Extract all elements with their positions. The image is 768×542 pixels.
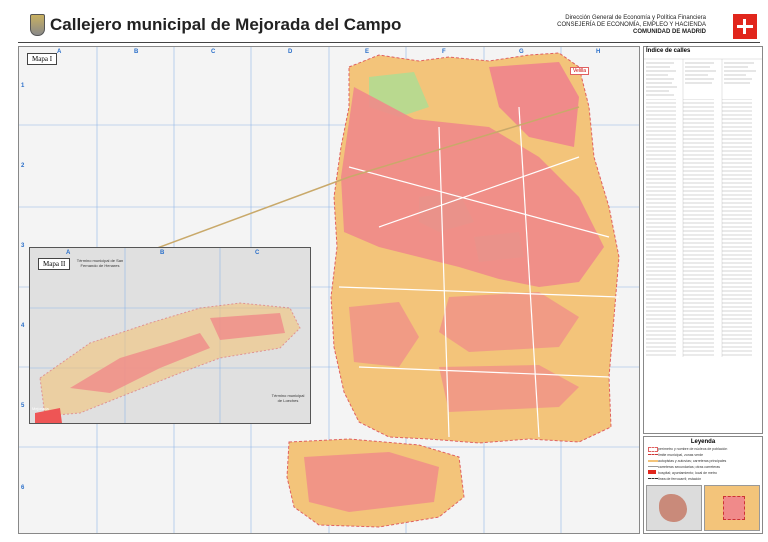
grid-row-5: 5 bbox=[21, 403, 25, 409]
grid-col-e: E bbox=[365, 49, 370, 55]
grid-col-b: B bbox=[134, 49, 139, 55]
grid-col-d: D bbox=[288, 49, 293, 55]
inset-map-canvas bbox=[30, 248, 310, 423]
grid-row-2: 2 bbox=[21, 163, 25, 169]
grid-row-1: 1 bbox=[21, 83, 25, 89]
legend-item-4: carreteras secundarias; otras carreteras bbox=[658, 465, 721, 469]
legend-item-3: autopistas y autovías; carreteras princi… bbox=[658, 459, 727, 463]
inset-col-b: B bbox=[160, 250, 165, 256]
inset-map[interactable]: A B C Mapa II Término municipal de San F… bbox=[29, 247, 311, 424]
page-title: Callejero municipal de Mejorada del Camp… bbox=[50, 15, 402, 34]
inset-col-a: A bbox=[66, 250, 71, 256]
street-index-list bbox=[644, 58, 762, 357]
legend-item-2: límite municipal, zonas verde bbox=[658, 453, 704, 457]
legend-panel: Leyenda perímetro y nombre de núcleos de… bbox=[643, 436, 763, 534]
municipal-crest-icon bbox=[30, 14, 45, 36]
map-ii-label: Mapa II bbox=[38, 258, 71, 270]
legend-swatch-autopistas bbox=[648, 460, 658, 462]
locator-map-madrid bbox=[646, 485, 702, 531]
legend-item-6: línea de ferrocarril; estación bbox=[658, 477, 702, 481]
inset-town-label: Mejorada bbox=[32, 406, 49, 411]
locator-map-municipality bbox=[704, 485, 760, 531]
legend-swatch-limite bbox=[648, 454, 658, 456]
map-i-label: Mapa I bbox=[27, 53, 58, 65]
header-rule bbox=[18, 42, 760, 43]
legend-swatch-nucleo bbox=[648, 447, 658, 452]
grid-row-6: 6 bbox=[21, 485, 25, 491]
legend-item-5: hospital; ayuntamiento; local de metro bbox=[658, 471, 717, 475]
grid-col-g: G bbox=[519, 49, 524, 55]
grid-row-4: 4 bbox=[21, 323, 25, 329]
grid-col-c: C bbox=[211, 49, 216, 55]
grid-col-a: A bbox=[57, 49, 62, 55]
railway-icon bbox=[648, 478, 658, 480]
legend-swatch-carreteras bbox=[648, 466, 658, 467]
grid-col-f: F bbox=[442, 49, 446, 55]
main-map[interactable]: A B C D E F G H 1 2 3 4 5 6 Mapa I Velil… bbox=[18, 46, 640, 534]
velilla-label: Velilla bbox=[570, 67, 590, 75]
street-index-panel: Índice de calles bbox=[643, 46, 763, 434]
header-line-1: Dirección General de Economía y Política… bbox=[565, 15, 706, 21]
grid-col-h: H bbox=[596, 49, 601, 55]
comunidad-madrid-logo-icon bbox=[733, 14, 757, 39]
header-line-3: COMUNIDAD DE MADRID bbox=[633, 29, 706, 35]
inset-note-loeches: Término municipal de Loeches bbox=[271, 393, 305, 403]
street-index-title: Índice de calles bbox=[646, 48, 691, 54]
grid-row-3: 3 bbox=[21, 243, 25, 249]
hospital-icon bbox=[648, 470, 656, 474]
inset-col-c: C bbox=[255, 250, 260, 256]
legend-title: Leyenda bbox=[690, 439, 716, 445]
header-line-2: CONSEJERÍA DE ECONOMÍA, EMPLEO Y HACIEND… bbox=[557, 22, 706, 28]
legend-item-1: perímetro y nombre de núcleos de poblaci… bbox=[658, 447, 728, 451]
inset-note-san-fernando: Término municipal de San Fernando de Hen… bbox=[76, 258, 124, 268]
